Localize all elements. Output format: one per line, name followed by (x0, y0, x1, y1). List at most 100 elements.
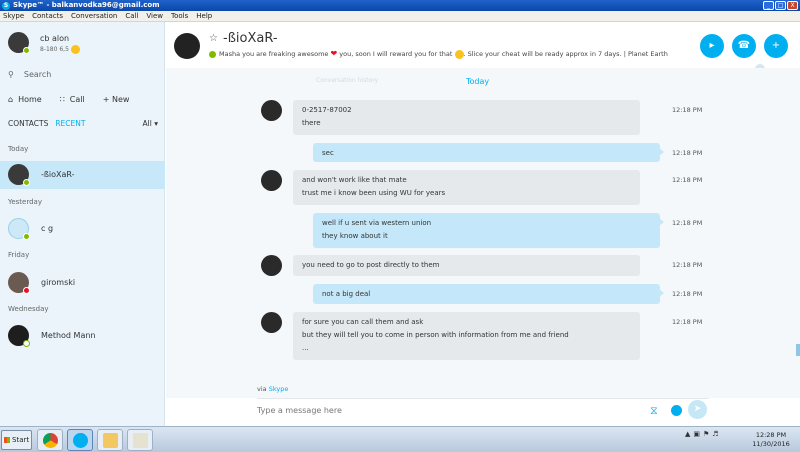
avatar (261, 255, 282, 276)
message-outgoing[interactable]: not a big deal (313, 284, 664, 304)
home-button[interactable]: ⌂ Home (8, 95, 42, 104)
smile-emoji-icon (70, 45, 80, 54)
tab-recent[interactable]: RECENT (55, 119, 85, 128)
grin-emoji-icon (454, 49, 464, 59)
message-time: 12:18 PM (672, 219, 703, 227)
menu-view[interactable]: View (146, 12, 163, 20)
menu-help[interactable]: Help (196, 12, 212, 20)
menu-call[interactable]: Call (125, 12, 138, 20)
clock-time: 12:28 PM (755, 431, 787, 439)
new-button[interactable]: + New (103, 95, 130, 104)
message-input[interactable]: Type a message here (257, 406, 342, 415)
close-button[interactable]: X (787, 1, 798, 10)
contact-item[interactable]: c g (0, 215, 165, 243)
minimize-button[interactable]: _ (763, 1, 774, 10)
search-input[interactable]: Search (24, 70, 51, 79)
dialpad-icon: ∷ (59, 95, 65, 104)
heart-emoji-icon: ❤ (330, 49, 338, 58)
contact-avatar[interactable] (174, 33, 200, 59)
contact-mood: Masha you are freaking awesome ❤ you, so… (209, 49, 669, 59)
paint-icon (133, 433, 148, 448)
presence-busy-icon (23, 287, 30, 294)
skype-icon (73, 433, 88, 448)
message-time: 12:18 PM (672, 176, 703, 184)
presence-online-icon (23, 179, 30, 186)
menu-skype[interactable]: Skype (3, 12, 24, 20)
section-yesterday: Yesterday (8, 198, 42, 206)
contact-name: Method Mann (41, 331, 96, 340)
message-incoming[interactable]: 0-2517-87002 there (293, 100, 640, 135)
tray-volume-icon[interactable]: ♬ (712, 430, 718, 438)
title-bar: S Skype™ - balkanvodka96@gmail.com _ □ X (0, 0, 800, 11)
search-bar[interactable]: ⚲ Search (8, 70, 51, 79)
message-history: Conversation history Today 0-2517-87002 t… (166, 68, 800, 398)
conversation-panel: ☆ -ßioXaR- Masha you are freaking awesom… (166, 22, 800, 426)
window-title: Skype™ - balkanvodka96@gmail.com (13, 1, 160, 9)
explorer-taskbar-button[interactable] (97, 429, 123, 451)
message-time: 12:18 PM (672, 261, 703, 269)
emoticon-picker-icon[interactable] (671, 405, 682, 416)
day-separator: Today (466, 77, 490, 86)
tray-network-icon[interactable]: ▣ (693, 430, 700, 438)
call-button[interactable]: ∷ Call (60, 95, 85, 104)
history-hint: Conversation history (316, 77, 379, 84)
conversation-title[interactable]: -ßioXaR- (223, 31, 278, 46)
profile-name: cb alon (40, 34, 70, 43)
contact-tabs: CONTACTS RECENT All ▾ (8, 119, 158, 128)
taskbar-clock[interactable]: 12:28 PM 11/30/2016 (748, 431, 794, 449)
taskbar: Start ▲ ▣ ⚑ ♬ 12:28 PM 11/30/2016 (0, 426, 800, 452)
section-today: Today (8, 145, 29, 153)
contact-item[interactable]: -ßioXaR- (0, 161, 165, 189)
section-wednesday: Wednesday (8, 305, 49, 313)
message-outgoing[interactable]: well if u sent via western union they kno… (313, 213, 664, 248)
skype-logo-icon: S (2, 1, 10, 10)
chrome-icon (43, 433, 58, 448)
message-incoming[interactable]: and won't work like that mate trust me i … (293, 170, 640, 205)
message-incoming[interactable]: for sure you can call them and ask but th… (293, 312, 640, 360)
menu-conversation[interactable]: Conversation (71, 12, 117, 20)
contact-item[interactable]: giromski (0, 269, 165, 297)
contact-name: giromski (41, 278, 76, 287)
maximize-button[interactable]: □ (775, 1, 786, 10)
skype-window: S Skype™ - balkanvodka96@gmail.com _ □ X… (0, 0, 800, 452)
scrollbar[interactable] (796, 344, 800, 356)
sidebar: cb alon 8-180 6,5 ⚲ Search ⌂ Home ∷ Call +… (0, 22, 165, 426)
menu-tools[interactable]: Tools (171, 12, 188, 20)
presence-online-icon (23, 47, 30, 54)
message-time: 12:18 PM (672, 290, 703, 298)
voice-call-button[interactable]: ☎ (732, 34, 756, 58)
profile-mood: 8-180 6,5 (40, 45, 150, 54)
favorite-star-icon[interactable]: ☆ (209, 33, 218, 44)
window-controls: _ □ X (763, 1, 798, 10)
message-time: 12:18 PM (672, 318, 703, 326)
folder-icon (103, 433, 118, 448)
message-incoming[interactable]: you need to go to post directly to them (293, 255, 640, 276)
tray-arrow-icon[interactable]: ▲ (685, 430, 690, 438)
message-outgoing[interactable]: sec (313, 143, 664, 162)
filter-dropdown[interactable]: All ▾ (143, 119, 158, 128)
menu-bar: Skype Contacts Conversation Call View To… (0, 11, 800, 22)
contact-name: -ßioXaR- (41, 170, 75, 179)
tray-flag-icon[interactable]: ⚑ (703, 430, 709, 438)
section-friday: Friday (8, 251, 30, 259)
message-time: 12:18 PM (672, 149, 703, 157)
contact-name: c g (41, 224, 54, 233)
skype-taskbar-button[interactable] (67, 429, 93, 451)
home-icon: ⌂ (8, 95, 14, 104)
sidebar-nav: ⌂ Home ∷ Call + New (8, 95, 147, 104)
system-tray: ▲ ▣ ⚑ ♬ (685, 430, 719, 438)
clock-date: 11/30/2016 (752, 440, 790, 448)
add-people-button[interactable]: + (764, 34, 788, 58)
avatar (261, 312, 282, 333)
menu-contacts[interactable]: Contacts (32, 12, 63, 20)
paint-taskbar-button[interactable] (127, 429, 153, 451)
contact-item[interactable]: Method Mann (0, 322, 165, 350)
avatar (261, 170, 282, 191)
start-button[interactable]: Start (1, 430, 32, 450)
send-button[interactable]: ➤ (688, 400, 707, 419)
chrome-taskbar-button[interactable] (37, 429, 63, 451)
attach-file-icon[interactable]: ⧖ (650, 404, 658, 418)
tab-contacts[interactable]: CONTACTS (8, 119, 48, 128)
via-skype-link[interactable]: Skype (269, 385, 289, 393)
video-call-button[interactable]: ▸ (700, 34, 724, 58)
